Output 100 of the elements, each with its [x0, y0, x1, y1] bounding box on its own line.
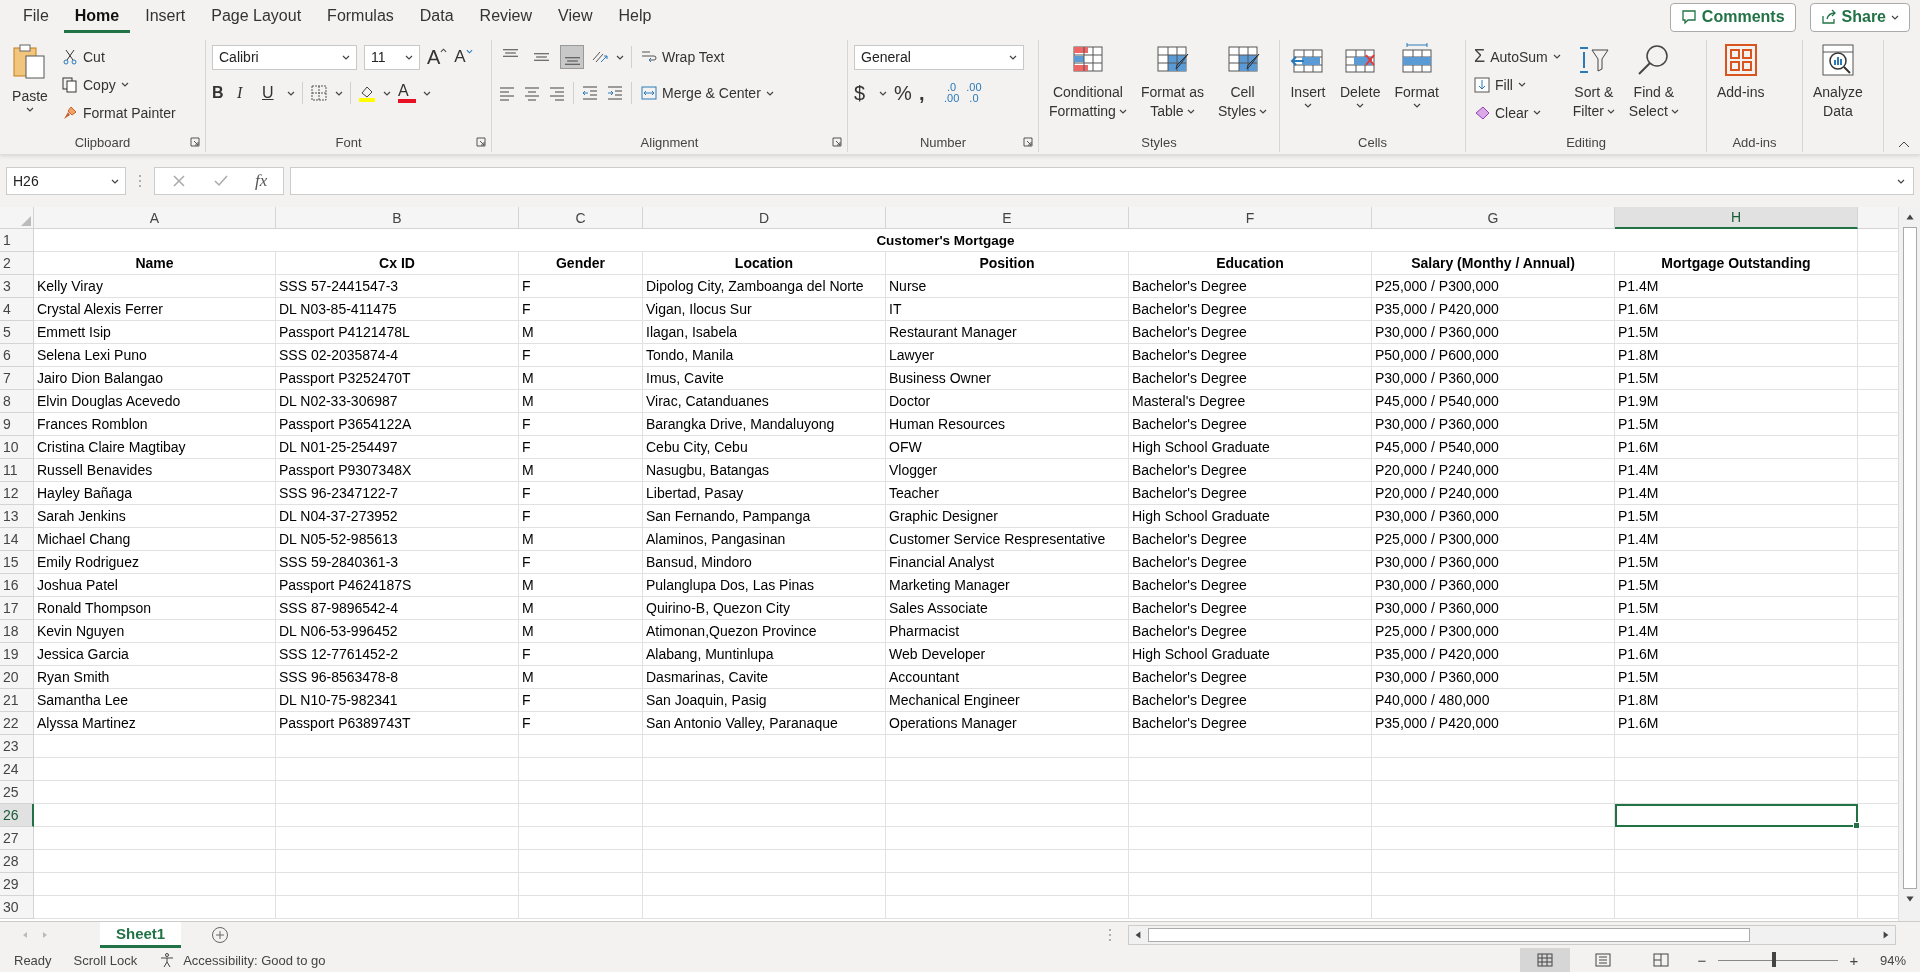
- fill-color-icon[interactable]: [358, 84, 376, 102]
- analyze-data-button[interactable]: Analyze Data: [1809, 40, 1867, 122]
- column-header[interactable]: H: [1615, 207, 1858, 229]
- column-header[interactable]: D: [643, 207, 886, 229]
- row-header[interactable]: 20: [0, 666, 34, 689]
- vertical-scrollbar[interactable]: [1898, 207, 1920, 921]
- row-header[interactable]: 1: [0, 229, 34, 252]
- row-header[interactable]: 7: [0, 367, 34, 390]
- ribbon-tab[interactable]: Review: [468, 1, 544, 33]
- normal-view-button[interactable]: [1519, 948, 1570, 972]
- comments-button[interactable]: Comments: [1669, 2, 1796, 32]
- row-header[interactable]: 11: [0, 459, 34, 482]
- ribbon-tab[interactable]: Formulas: [316, 1, 405, 33]
- dialog-launcher-icon[interactable]: [832, 137, 842, 147]
- increase-indent-icon[interactable]: [606, 84, 624, 102]
- wrap-text-button[interactable]: Wrap Text: [639, 44, 727, 70]
- fill-button[interactable]: Fill: [1472, 72, 1563, 97]
- borders-icon[interactable]: [310, 84, 328, 102]
- italic-button[interactable]: I: [237, 84, 255, 102]
- ribbon-tab[interactable]: Home: [63, 1, 131, 33]
- row-header[interactable]: 27: [0, 827, 34, 850]
- sheet-tab[interactable]: Sheet1: [100, 922, 182, 948]
- ribbon-tab[interactable]: Insert: [134, 1, 197, 33]
- column-header[interactable]: A: [34, 207, 276, 229]
- styles-button[interactable]: Cell Styles: [1213, 40, 1272, 122]
- ribbon-tab[interactable]: View: [547, 1, 604, 33]
- font-size-field[interactable]: 11: [364, 44, 420, 70]
- row-header[interactable]: 29: [0, 873, 34, 896]
- column-header[interactable]: G: [1372, 207, 1615, 229]
- zoom-out-button[interactable]: −: [1693, 951, 1710, 969]
- add-ins-button[interactable]: Add-ins: [1713, 40, 1769, 103]
- row-header[interactable]: 25: [0, 781, 34, 804]
- row-header[interactable]: 16: [0, 574, 34, 597]
- zoom-level[interactable]: 94%: [1879, 952, 1906, 968]
- scroll-thumb[interactable]: [1148, 928, 1750, 942]
- zoom-thumb[interactable]: [1772, 952, 1777, 967]
- row-header[interactable]: 21: [0, 689, 34, 712]
- share-button[interactable]: Share: [1809, 2, 1910, 32]
- row-header[interactable]: 26: [0, 804, 34, 827]
- row-header[interactable]: 3: [0, 275, 34, 298]
- comma-style-button[interactable]: ,: [919, 81, 937, 105]
- underline-button[interactable]: U: [262, 84, 280, 102]
- find-select-button[interactable]: Find & Select: [1624, 40, 1683, 122]
- sort-filter-button[interactable]: Sort & Filter: [1568, 40, 1619, 122]
- align-icon[interactable]: [498, 84, 516, 102]
- row-header[interactable]: 30: [0, 896, 34, 919]
- copy-button[interactable]: Copy: [60, 72, 178, 97]
- ribbon-tab[interactable]: Data: [408, 1, 465, 33]
- row-header[interactable]: 13: [0, 505, 34, 528]
- row-header[interactable]: 23: [0, 735, 34, 758]
- column-header[interactable]: C: [519, 207, 643, 229]
- font-name-field[interactable]: Calibri: [212, 44, 357, 70]
- row-header[interactable]: 17: [0, 597, 34, 620]
- active-cell[interactable]: [1615, 804, 1858, 827]
- row-header[interactable]: 14: [0, 528, 34, 551]
- vertical-align-button[interactable]: [560, 45, 584, 69]
- row-header[interactable]: 5: [0, 321, 34, 344]
- caret-icon[interactable]: [287, 90, 295, 96]
- decrease-indent-icon[interactable]: [581, 84, 599, 102]
- horizontal-scrollbar[interactable]: [1128, 925, 1896, 945]
- zoom-in-button[interactable]: +: [1845, 951, 1862, 969]
- styles-button[interactable]: Conditional Formatting: [1045, 40, 1131, 122]
- row-header[interactable]: 10: [0, 436, 34, 459]
- cut-button[interactable]: Cut: [60, 44, 178, 69]
- autosum-button[interactable]: Σ AutoSum: [1472, 44, 1563, 69]
- cancel-icon[interactable]: [171, 173, 187, 189]
- row-header[interactable]: 19: [0, 643, 34, 666]
- dialog-launcher-icon[interactable]: [476, 137, 486, 147]
- cells-button[interactable]: Delete: [1336, 40, 1385, 110]
- dialog-launcher-icon[interactable]: [190, 137, 200, 147]
- row-header[interactable]: 2: [0, 252, 34, 275]
- scroll-thumb[interactable]: [1902, 227, 1917, 889]
- row-header[interactable]: 24: [0, 758, 34, 781]
- align-icon[interactable]: [523, 84, 541, 102]
- checkmark-icon[interactable]: [213, 173, 229, 189]
- format-painter-button[interactable]: Format Painter: [60, 100, 178, 125]
- caret-icon[interactable]: [879, 90, 887, 96]
- clear-button[interactable]: Clear: [1472, 100, 1563, 125]
- accessibility-icon[interactable]: [159, 952, 176, 968]
- dialog-launcher-icon[interactable]: [1023, 137, 1033, 147]
- column-header[interactable]: E: [886, 207, 1129, 229]
- split-handle-icon[interactable]: [1108, 928, 1112, 942]
- ribbon-tab[interactable]: File: [12, 1, 60, 33]
- decrease-font-button[interactable]: A: [454, 47, 473, 67]
- row-header[interactable]: 8: [0, 390, 34, 413]
- decrease-decimal-button[interactable]: .00 .0: [966, 82, 982, 104]
- increase-decimal-button[interactable]: .0 .00: [944, 82, 960, 104]
- row-header[interactable]: 15: [0, 551, 34, 574]
- accessibility-status[interactable]: Accessibility: Good to go: [183, 952, 326, 968]
- drag-handle-icon[interactable]: [138, 174, 142, 188]
- merge-center-button[interactable]: Merge & Center: [639, 80, 776, 106]
- name-box[interactable]: H26: [6, 167, 126, 195]
- cells-button[interactable]: Format: [1390, 40, 1443, 110]
- caret-icon[interactable]: [616, 54, 624, 60]
- number-format-field[interactable]: General: [854, 44, 1024, 70]
- row-header[interactable]: 9: [0, 413, 34, 436]
- bold-button[interactable]: B: [212, 84, 230, 102]
- caret-icon[interactable]: [335, 90, 343, 96]
- row-header[interactable]: 6: [0, 344, 34, 367]
- increase-font-button[interactable]: A: [427, 45, 448, 69]
